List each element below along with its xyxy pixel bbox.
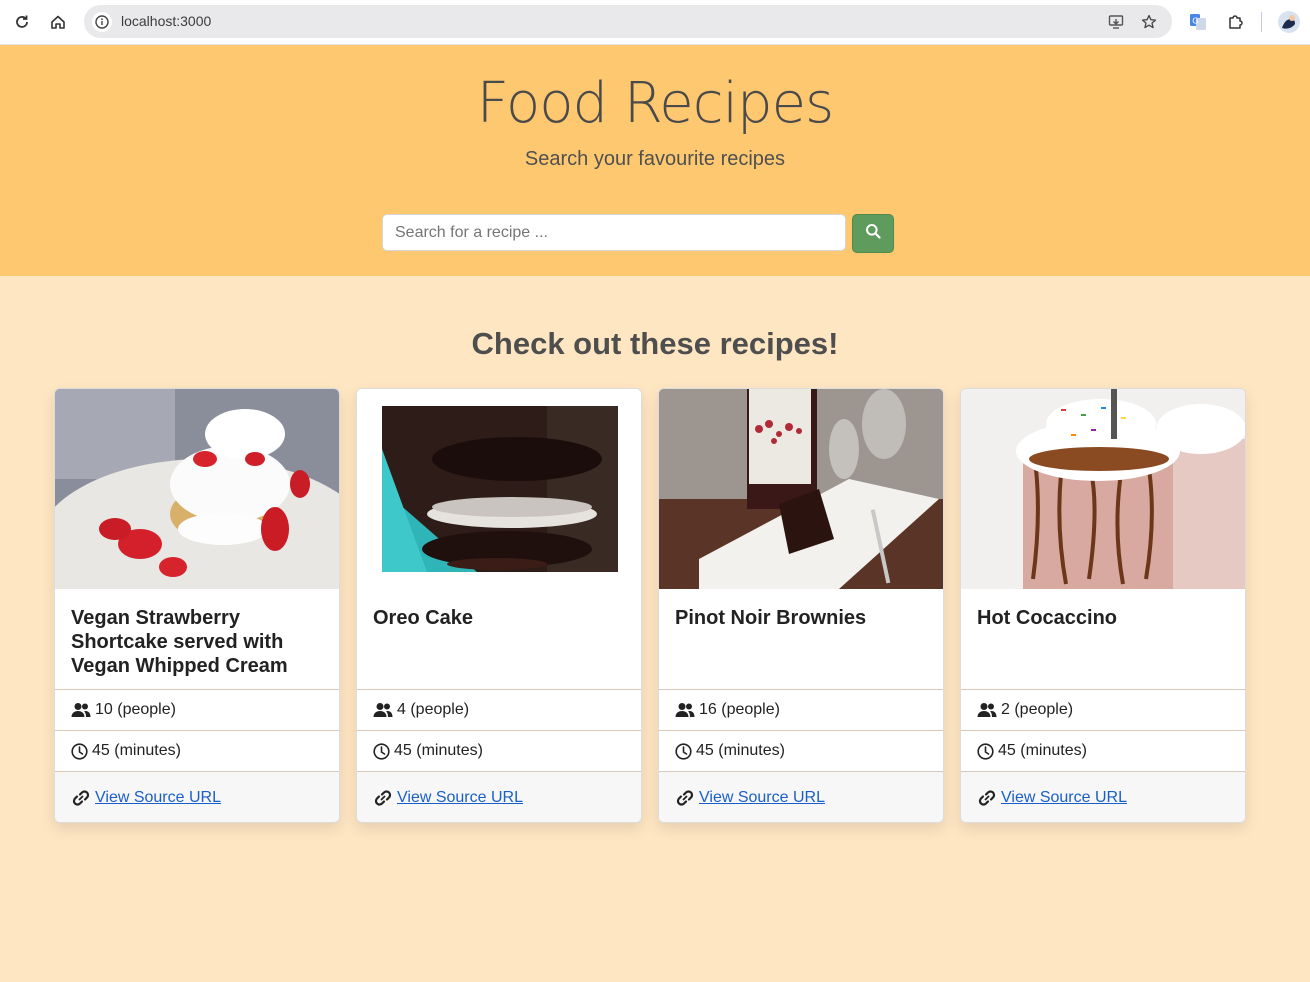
site-info-icon[interactable] — [92, 12, 112, 32]
recipe-title: Pinot Noir Brownies — [675, 607, 867, 629]
hero-banner: Food Recipes Search your favourite recip… — [0, 45, 1310, 276]
time-text: 45 (minutes) — [394, 742, 483, 759]
install-app-icon[interactable] — [1106, 12, 1126, 32]
source-link-row: View Source URL — [357, 771, 641, 822]
people-icon — [675, 702, 695, 718]
servings-text: 10 (people) — [95, 701, 176, 718]
link-icon — [977, 789, 997, 806]
toolbar-divider — [1261, 12, 1262, 32]
time-text: 45 (minutes) — [696, 742, 785, 759]
link-icon — [71, 789, 91, 806]
recipe-card: Pinot Noir Brownies 16 (people) 45 (minu… — [658, 388, 944, 823]
servings-row: 4 (people) — [357, 689, 641, 730]
recipe-title: Vegan Strawberry Shortcake served with V… — [71, 607, 288, 677]
home-icon[interactable] — [47, 11, 69, 33]
servings-row: 2 (people) — [961, 689, 1245, 730]
source-link-row: View Source URL — [55, 771, 339, 822]
page-title: Food Recipes — [476, 71, 834, 136]
clock-icon — [71, 742, 88, 760]
profile-avatar[interactable] — [1277, 10, 1301, 34]
search-icon — [865, 223, 881, 244]
clock-icon — [977, 742, 994, 760]
clock-icon — [373, 742, 390, 760]
clock-icon — [675, 742, 692, 760]
people-icon — [71, 702, 91, 718]
bookmark-star-icon[interactable] — [1139, 12, 1159, 32]
servings-text: 16 (people) — [699, 701, 780, 718]
servings-row: 16 (people) — [659, 689, 943, 730]
time-row: 45 (minutes) — [961, 730, 1245, 771]
servings-row: 10 (people) — [55, 689, 339, 730]
recipe-title: Oreo Cake — [373, 607, 474, 629]
time-row: 45 (minutes) — [357, 730, 641, 771]
translate-icon[interactable]: G — [1187, 11, 1209, 33]
browser-toolbar: localhost:3000 G — [0, 0, 1310, 45]
view-source-link[interactable]: View Source URL — [699, 789, 825, 807]
recipe-card: Oreo Cake 4 (people) 45 (minutes) View S… — [356, 388, 642, 823]
time-text: 45 (minutes) — [998, 742, 1087, 759]
time-text: 45 (minutes) — [92, 742, 181, 759]
recipe-image[interactable] — [357, 389, 641, 589]
address-bar[interactable]: localhost:3000 — [84, 5, 1172, 38]
people-icon — [977, 702, 997, 718]
page-subtitle: Search your favourite recipes — [524, 148, 786, 170]
source-link-row: View Source URL — [659, 771, 943, 822]
people-icon — [373, 702, 393, 718]
recipe-image[interactable] — [659, 389, 943, 589]
view-source-link[interactable]: View Source URL — [397, 789, 523, 807]
recipe-image[interactable] — [961, 389, 1245, 589]
view-source-link[interactable]: View Source URL — [95, 789, 221, 807]
search-input[interactable] — [382, 214, 846, 251]
source-link-row: View Source URL — [961, 771, 1245, 822]
link-icon — [373, 789, 393, 806]
link-icon — [675, 789, 695, 806]
view-source-link[interactable]: View Source URL — [1001, 789, 1127, 807]
recipe-card: Vegan Strawberry Shortcake served with V… — [54, 388, 340, 823]
recipe-image[interactable] — [55, 389, 339, 589]
time-row: 45 (minutes) — [55, 730, 339, 771]
extensions-puzzle-icon[interactable] — [1225, 11, 1247, 33]
section-heading: Check out these recipes! — [471, 326, 839, 361]
recipe-card: Hot Cocaccino 2 (people) 45 (minutes) Vi… — [960, 388, 1246, 823]
url-text[interactable]: localhost:3000 — [121, 13, 211, 29]
search-button[interactable] — [852, 214, 894, 253]
recipe-title: Hot Cocaccino — [977, 607, 1118, 629]
time-row: 45 (minutes) — [659, 730, 943, 771]
reload-icon[interactable] — [11, 11, 33, 33]
servings-text: 2 (people) — [1001, 701, 1074, 718]
servings-text: 4 (people) — [397, 701, 470, 718]
svg-text:G: G — [1192, 17, 1198, 26]
